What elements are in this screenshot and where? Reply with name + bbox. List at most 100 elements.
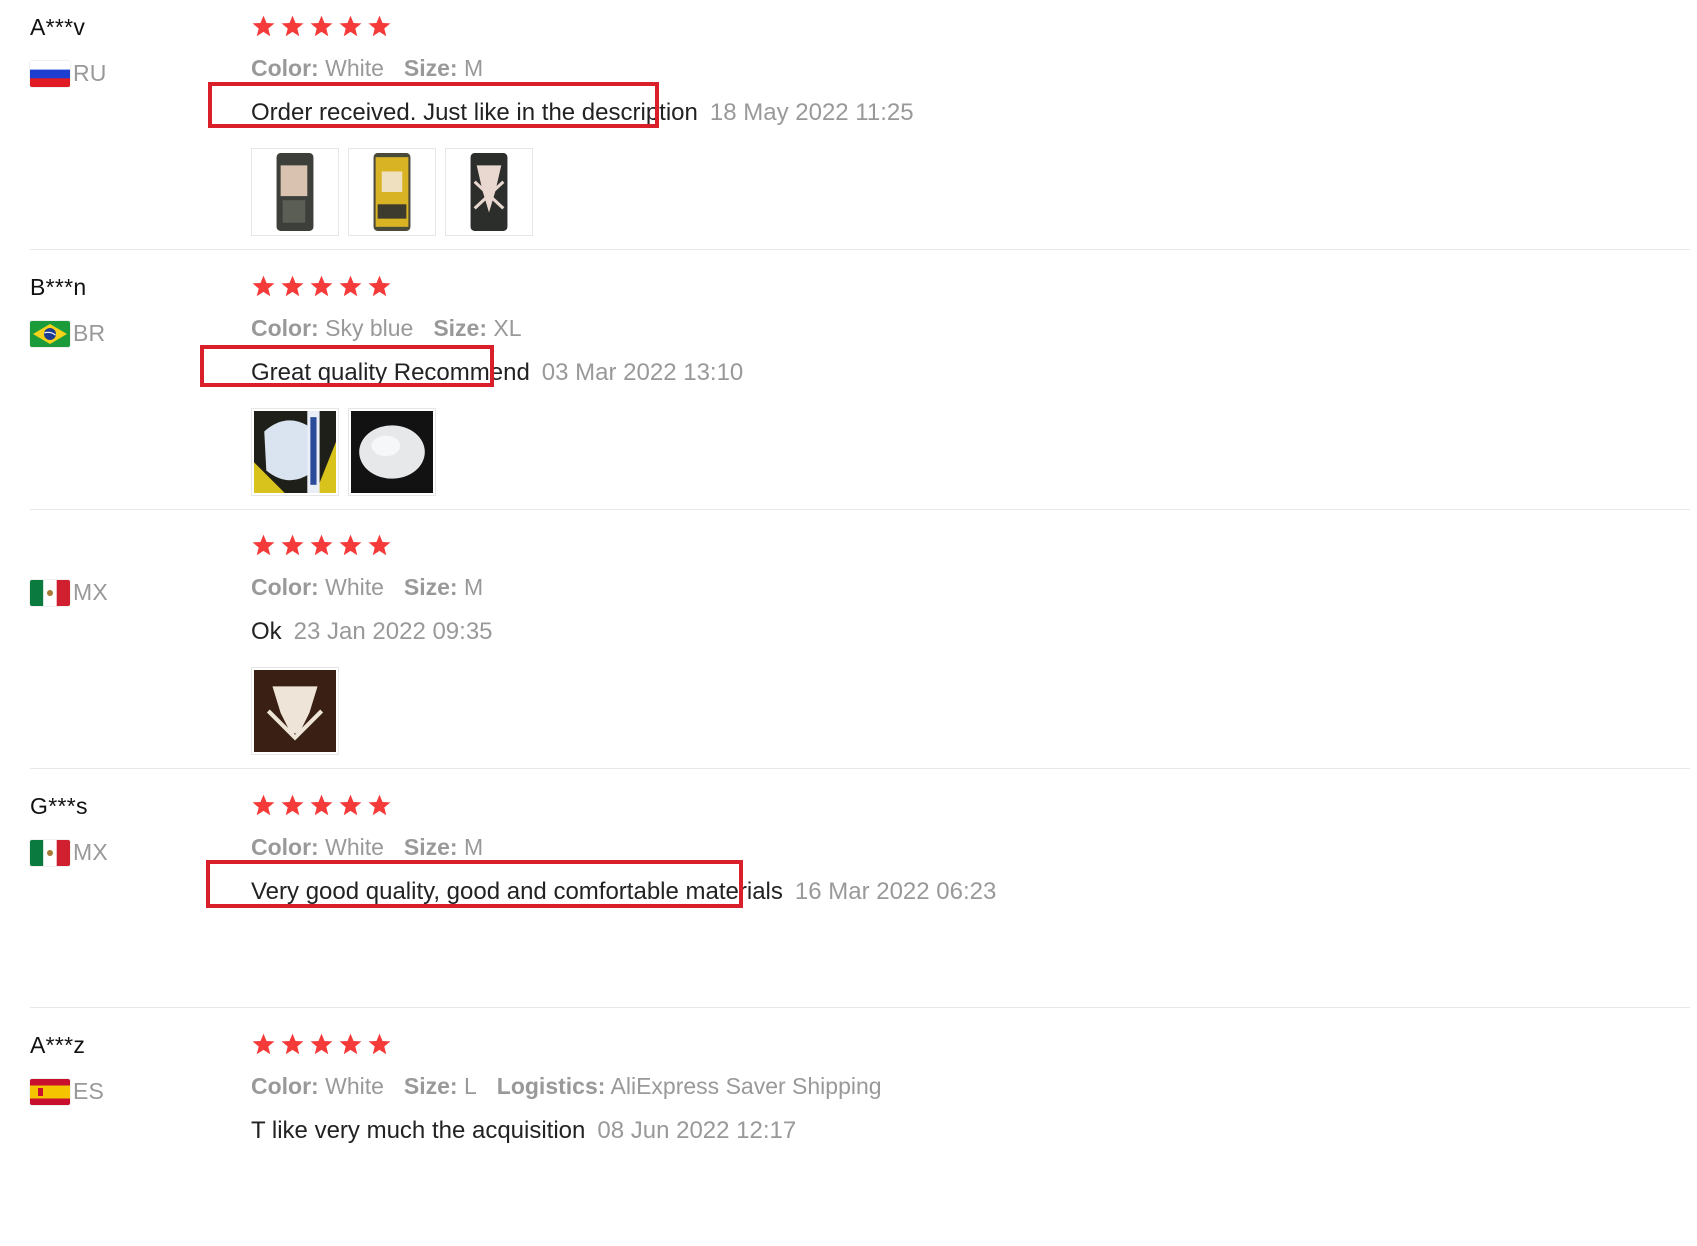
feedback-text: Ok [251, 618, 282, 645]
feedback-text: Order received. Just like in the descrip… [251, 99, 698, 126]
star-icon [252, 1033, 275, 1055]
country-code: BR [73, 320, 106, 346]
star-icon [252, 534, 275, 556]
review-divider [30, 509, 1690, 510]
star-icon [339, 275, 362, 297]
review-photo-thumbnail[interactable] [251, 667, 339, 755]
attr-size: Size: M [403, 55, 484, 81]
review-divider [30, 768, 1690, 769]
attr-color: Color: White [251, 574, 384, 600]
feedback-text: T like very much the acquisition [251, 1117, 586, 1144]
country-code: RU [73, 60, 107, 86]
flag-br-icon [30, 320, 70, 347]
product-photo-icon [254, 670, 336, 752]
attr-size: Size: M [403, 574, 484, 600]
star-icon [281, 15, 304, 37]
star-icon [310, 15, 333, 37]
attr-size: Size: L [403, 1073, 477, 1099]
feedback-line: Ok 23 Jan 2022 09:35 [251, 618, 493, 646]
reviewer-name: G***s [30, 793, 88, 819]
star-icon [339, 1033, 362, 1055]
star-icon [339, 15, 362, 37]
review-photo-thumbnail[interactable] [348, 148, 436, 236]
review-divider [30, 249, 1690, 250]
feedback-date: 23 Jan 2022 09:35 [293, 618, 493, 645]
star-rating [251, 793, 392, 818]
reviewer-name: A***v [30, 14, 86, 40]
star-icon [339, 534, 362, 556]
reviewer-country: MX [30, 579, 108, 606]
star-icon [252, 275, 275, 297]
feedback-date: 03 Mar 2022 13:10 [541, 359, 744, 386]
reviewer-name: A***z [30, 1032, 86, 1058]
feedback-line: T like very much the acquisition 08 Jun 2… [251, 1117, 796, 1145]
review-photos [251, 408, 436, 496]
attr-logistics: Logistics: AliExpress Saver Shipping [496, 1073, 882, 1099]
star-icon [310, 1033, 333, 1055]
review-attributes: Color: White Size: L Logistics: AliExpress… [251, 1073, 902, 1100]
product-photo-icon [351, 411, 433, 493]
star-icon [281, 275, 304, 297]
reviewer-country: BR [30, 320, 105, 347]
attr-color: Color: White [251, 1073, 384, 1099]
star-rating [251, 1032, 392, 1057]
flag-es-icon [30, 1078, 70, 1105]
flag-mx-icon [30, 839, 70, 866]
product-photo-icon [448, 151, 530, 233]
star-icon [310, 275, 333, 297]
feedback-line: Very good quality, good and comfortable … [251, 878, 996, 906]
star-icon [368, 1033, 391, 1055]
feedback-line: Order received. Just like in the descrip… [251, 99, 914, 127]
star-rating [251, 533, 392, 558]
flag-ru-icon [30, 60, 70, 87]
review-divider [30, 1007, 1690, 1008]
country-code: MX [73, 839, 108, 865]
review-photo-thumbnail[interactable] [445, 148, 533, 236]
star-icon [368, 275, 391, 297]
attr-size: Size: M [403, 834, 484, 860]
feedback-date: 08 Jun 2022 12:17 [597, 1117, 797, 1144]
review-photos [251, 148, 533, 236]
package-photo-icon [254, 151, 336, 233]
review-attributes: Color: White Size: M [251, 574, 503, 601]
feedback-text: Very good quality, good and comfortable … [251, 878, 783, 905]
feedback-date: 18 May 2022 11:25 [709, 99, 914, 126]
feedback-line: Great quality Recommend 03 Mar 2022 13:10 [251, 359, 743, 387]
feedback-date: 16 Mar 2022 06:23 [794, 878, 997, 905]
feedback-text: Great quality Recommend [251, 359, 530, 386]
review-photos [251, 667, 339, 755]
star-icon [339, 794, 362, 816]
attr-size: Size: XL [433, 315, 522, 341]
reviewer-country: MX [30, 839, 108, 866]
review-attributes: Color: Sky blue Size: XL [251, 315, 542, 342]
review-photo-thumbnail[interactable] [251, 148, 339, 236]
reviewer-country: RU [30, 60, 107, 87]
review-attributes: Color: White Size: M [251, 834, 503, 861]
star-icon [281, 534, 304, 556]
attr-color: Color: White [251, 834, 384, 860]
attr-color: Color: White [251, 55, 384, 81]
review-attributes: Color: White Size: M [251, 55, 503, 82]
star-icon [368, 534, 391, 556]
reviewer-name: B***n [30, 274, 87, 300]
star-rating [251, 274, 392, 299]
star-icon [368, 794, 391, 816]
review-feed: A***v RU Color: White Size: M Order recei… [0, 0, 1697, 1246]
reviewer-country: ES [30, 1078, 104, 1105]
review-photo-thumbnail[interactable] [251, 408, 339, 496]
star-rating [251, 14, 392, 39]
country-code: MX [73, 579, 108, 605]
star-icon [368, 15, 391, 37]
attr-color: Color: Sky blue [251, 315, 414, 341]
star-icon [281, 1033, 304, 1055]
star-icon [281, 794, 304, 816]
star-icon [310, 534, 333, 556]
flag-mx-icon [30, 579, 70, 606]
star-icon [252, 794, 275, 816]
package-photo-icon [351, 151, 433, 233]
product-photo-icon [254, 411, 336, 493]
country-code: ES [73, 1078, 105, 1104]
star-icon [252, 15, 275, 37]
star-icon [310, 794, 333, 816]
review-photo-thumbnail[interactable] [348, 408, 436, 496]
